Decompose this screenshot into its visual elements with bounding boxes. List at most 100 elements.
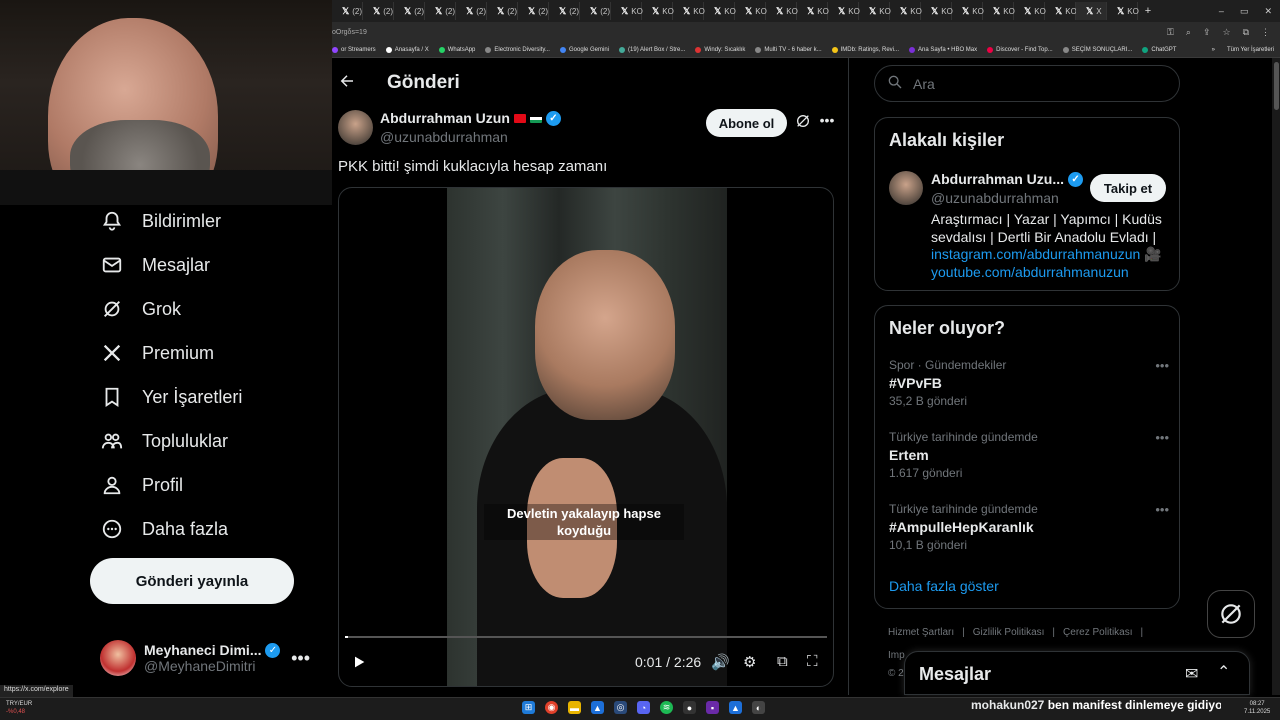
volume-icon[interactable]: 🔊: [711, 653, 730, 671]
nav-item-bildirimler[interactable]: Bildirimler: [100, 209, 221, 233]
author-name[interactable]: Abdurrahman Uzun: [380, 110, 510, 126]
play-icon[interactable]: [351, 654, 367, 675]
related-name-row[interactable]: Abdurrahman Uzu... ✓: [931, 171, 1084, 187]
extensions-icon[interactable]: ⧉: [1243, 27, 1249, 38]
trend-more-icon[interactable]: •••: [1155, 502, 1169, 517]
menu-icon[interactable]: ⋮: [1261, 27, 1270, 38]
messages-drawer[interactable]: Mesajlar ✉ ⌃: [904, 651, 1250, 695]
author-handle[interactable]: @uzunabdurrahman: [380, 129, 508, 145]
spotify-icon[interactable]: ≋: [660, 701, 673, 714]
browser-tab[interactable]: 𝕏 KO: [673, 2, 705, 20]
browser-tab[interactable]: 𝕏 (2): [363, 2, 394, 20]
nav-item-mesajlar[interactable]: Mesajlar: [100, 253, 210, 277]
trend-item[interactable]: Türkiye tarihinde gündemde #AmpulleHepKar…: [889, 502, 1169, 552]
share-icon[interactable]: ⇪: [1203, 27, 1211, 38]
steam-icon[interactable]: ◎: [614, 701, 627, 714]
bookmark-item[interactable]: or Streamers: [332, 46, 376, 53]
trend-more-icon[interactable]: •••: [1155, 430, 1169, 445]
browser-tab[interactable]: 𝕏 (2): [456, 2, 487, 20]
picture-in-picture-icon[interactable]: ⧉: [777, 653, 788, 670]
trend-item[interactable]: Türkiye tarihinde gündemde Ertem 1.617 gön…: [889, 430, 1169, 480]
browser-tab[interactable]: 𝕏 KO: [642, 2, 674, 20]
star-icon[interactable]: ☆: [1222, 27, 1230, 38]
search-placeholder[interactable]: Ara: [913, 76, 935, 92]
youtube-link[interactable]: youtube.com/abdurrahmanuzun: [931, 264, 1171, 282]
browser-tab[interactable]: 𝕏 KO: [828, 2, 860, 20]
follow-button[interactable]: Takip et: [1090, 174, 1166, 202]
browser-tab[interactable]: 𝕏 KO: [611, 2, 643, 20]
app-icon[interactable]: ▲: [591, 701, 604, 714]
maximize-button[interactable]: ▭: [1240, 6, 1249, 17]
subscribe-button[interactable]: Abone ol: [706, 109, 787, 137]
related-handle[interactable]: @uzunabdurrahman: [931, 190, 1059, 206]
nav-item-premium[interactable]: Premium: [100, 341, 214, 365]
account-more-icon[interactable]: •••: [291, 648, 310, 669]
scrollbar-thumb[interactable]: [1274, 62, 1279, 110]
bookmark-item[interactable]: WhatsApp: [438, 46, 475, 53]
browser-tab[interactable]: 𝕏 KO: [983, 2, 1015, 20]
folder-icon[interactable]: ▬: [568, 701, 581, 714]
nav-item-grok[interactable]: Grok: [100, 297, 181, 321]
browser-tab[interactable]: 𝕏 KO: [1014, 2, 1046, 20]
browser-tab[interactable]: 𝕏 (2): [518, 2, 549, 20]
browser-tab[interactable]: 𝕏X: [1076, 2, 1107, 20]
nav-item-topluluklar[interactable]: Topluluklar: [100, 429, 228, 453]
browser-tab[interactable]: 𝕏 KO: [1107, 2, 1139, 20]
browser-tab[interactable]: 𝕏 KO: [890, 2, 922, 20]
browser-tab[interactable]: 𝕏 (2): [580, 2, 611, 20]
url-text[interactable]: oOrgδs=19: [332, 29, 367, 36]
video-progress-bar[interactable]: [345, 636, 827, 638]
nav-item-daha-fazla[interactable]: Daha fazla: [100, 517, 228, 541]
author-name-row[interactable]: Abdurrahman Uzun ✓: [380, 110, 561, 126]
address-bar[interactable]: oOrgδs=19 ⚿ ⌕ ⇪ ☆ ⧉ ⋮: [332, 22, 1280, 42]
footer-imprint[interactable]: Imp: [888, 650, 905, 661]
browser-tab[interactable]: 𝕏 (2): [425, 2, 456, 20]
windows-start-icon[interactable]: ⊞: [522, 701, 535, 714]
author-avatar[interactable]: [338, 110, 373, 145]
trend-more-icon[interactable]: •••: [1155, 358, 1169, 373]
back-arrow-icon[interactable]: [338, 72, 358, 92]
browser-tab[interactable]: 𝕏 (2): [549, 2, 580, 20]
post-button[interactable]: Gönderi yayınla: [90, 558, 294, 604]
show-more-link[interactable]: Daha fazla göster: [889, 578, 999, 594]
new-tab-button[interactable]: +: [1138, 5, 1158, 17]
minimize-button[interactable]: –: [1219, 6, 1224, 17]
currency-widget[interactable]: TRY/EUR -%0,48: [6, 700, 32, 716]
discord-icon[interactable]: ◔: [637, 701, 650, 714]
bookmarks-overflow-button[interactable]: »: [1212, 47, 1215, 53]
browser-tab[interactable]: 𝕏 KO: [921, 2, 953, 20]
browser-tab[interactable]: 𝕏 (2): [394, 2, 425, 20]
search-input[interactable]: Ara: [874, 65, 1180, 102]
grok-explain-icon[interactable]: [794, 113, 812, 131]
account-switcher[interactable]: Meyhaneci Dimi... ✓ @MeyhaneDimitri •••: [100, 637, 310, 679]
browser-tab[interactable]: 𝕏 KO: [797, 2, 829, 20]
nav-item-yer-i̇şaretleri[interactable]: Yer İşaretleri: [100, 385, 242, 409]
app3-icon[interactable]: ▲: [729, 701, 742, 714]
related-avatar[interactable]: [889, 171, 923, 205]
bookmark-item[interactable]: Multi TV - 6 haber k...: [755, 46, 822, 53]
expand-icon[interactable]: ⌃: [1217, 662, 1230, 682]
bookmark-item[interactable]: Windy: Sıcaklık: [695, 46, 745, 53]
bookmark-item[interactable]: Anasayfa / X: [385, 46, 429, 53]
browser-tab[interactable]: 𝕏 KO: [1045, 2, 1077, 20]
related-name[interactable]: Abdurrahman Uzu...: [931, 171, 1064, 187]
browser-tab[interactable]: 𝕏 KO: [704, 2, 736, 20]
obs-icon[interactable]: ●: [683, 701, 696, 714]
zoom-icon[interactable]: ⌕: [1186, 27, 1191, 38]
more-options-icon[interactable]: •••: [818, 112, 836, 130]
bookmark-item[interactable]: ChatGPT: [1142, 46, 1176, 53]
footer-link[interactable]: Gizlilik Politikası: [973, 627, 1045, 638]
browser-tab[interactable]: 𝕏 KO: [735, 2, 767, 20]
clock[interactable]: 08:27 7.11.2025: [1244, 700, 1270, 716]
settings-gear-icon[interactable]: ⚙: [743, 653, 756, 671]
chrome-icon[interactable]: ◉: [545, 701, 558, 714]
browser-tab[interactable]: 𝕏 KO: [766, 2, 798, 20]
bookmark-item[interactable]: IMDb: Ratings, Revi...: [831, 46, 899, 53]
nav-item-profil[interactable]: Profil: [100, 473, 183, 497]
grok-fab-icon[interactable]: [1207, 590, 1255, 638]
bookmark-item[interactable]: Electronic Diversity...: [485, 46, 550, 53]
key-icon[interactable]: ⚿: [1167, 27, 1174, 38]
video-player[interactable]: Devletin yakalayıp hapse koyduğu 0:01 / …: [338, 187, 834, 687]
footer-link[interactable]: Hizmet Şartları: [888, 627, 954, 638]
browser-tab[interactable]: 𝕏 KO: [952, 2, 984, 20]
